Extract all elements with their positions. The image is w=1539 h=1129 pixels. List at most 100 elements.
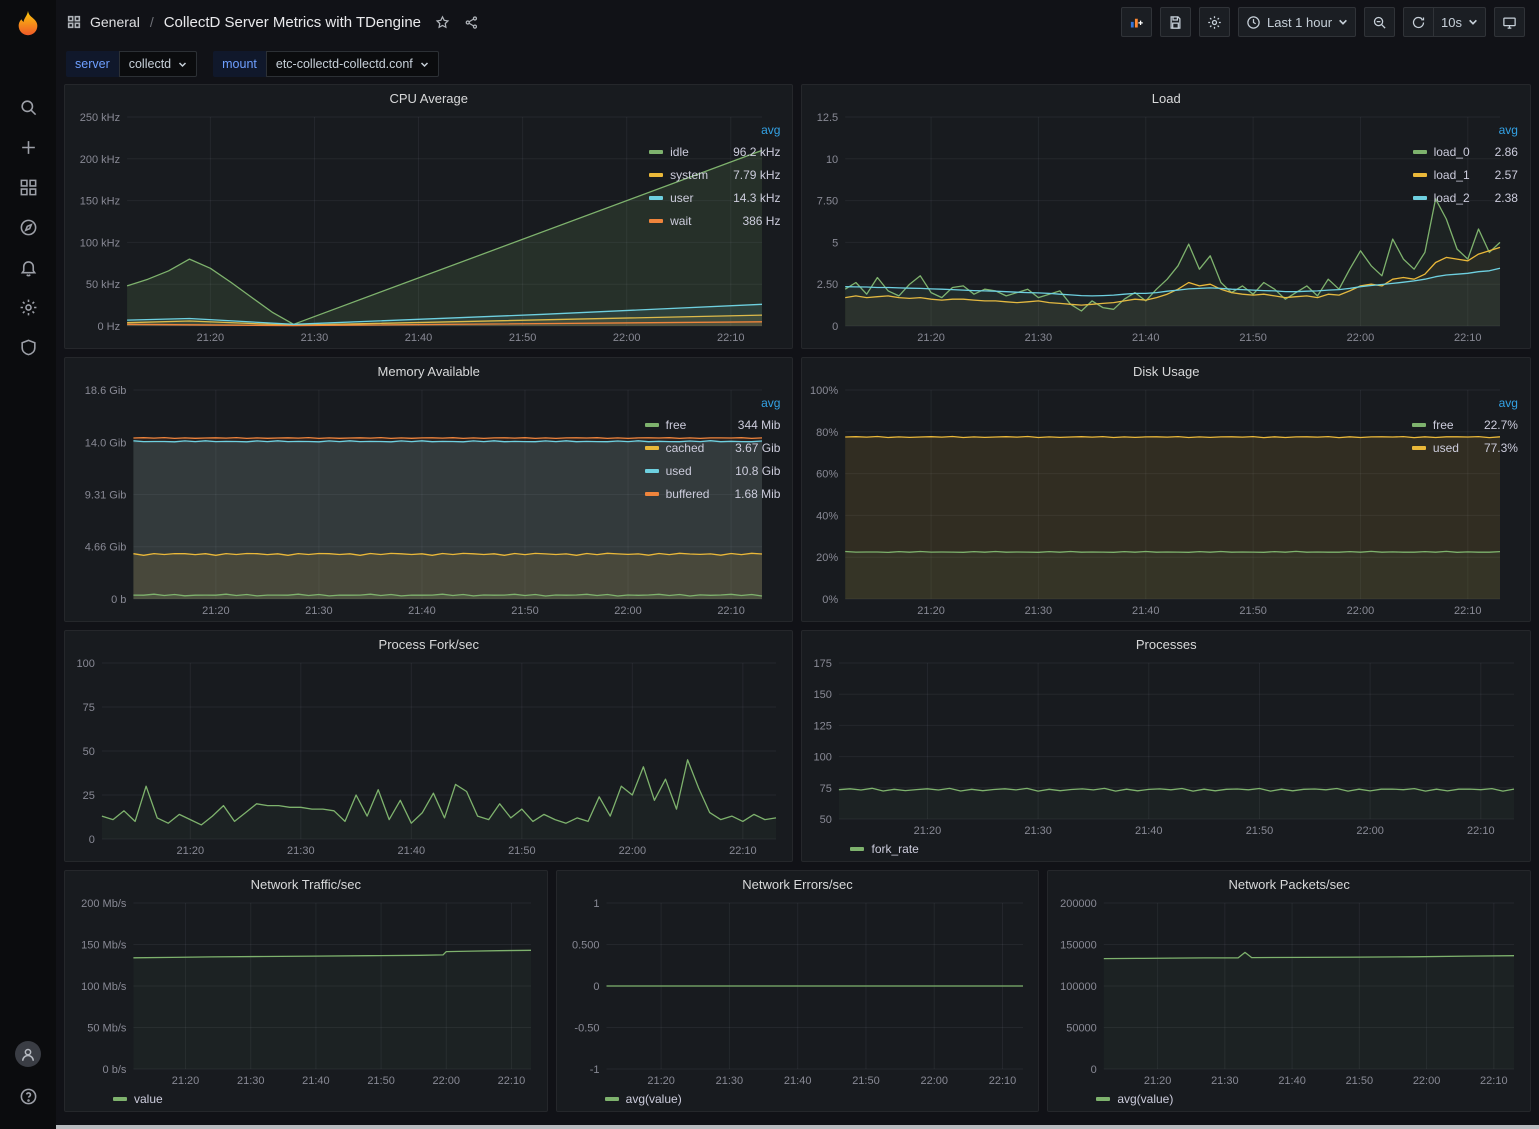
legend-label: used: [1433, 441, 1459, 455]
legend-item-free[interactable]: free22.7%: [1412, 413, 1518, 436]
panel-title-network-traffic[interactable]: Network Traffic/sec: [65, 871, 547, 897]
svg-text:21:40: 21:40: [1132, 332, 1160, 344]
legend-item-load_1[interactable]: load_12.57: [1413, 163, 1518, 186]
svg-text:40%: 40%: [817, 510, 839, 522]
chart-process-fork[interactable]: 025507510021:2021:3021:4021:5022:0022:10: [71, 657, 782, 859]
panel-title-network-packets[interactable]: Network Packets/sec: [1048, 871, 1530, 897]
legend-cpu-average: avg idle96.2 kHzsystem7.79 kHzuser14.3 kH…: [637, 111, 782, 346]
svg-text:22:10: 22:10: [1468, 825, 1496, 837]
legend-label: fork_rate: [871, 842, 918, 856]
refresh-button[interactable]: [1403, 7, 1433, 37]
add-panel-button[interactable]: [1121, 7, 1152, 37]
legend-swatch-icon: [649, 196, 663, 200]
svg-text:21:20: 21:20: [914, 825, 942, 837]
legend-item-avg(value)[interactable]: avg(value): [1096, 1089, 1173, 1109]
legend-label: avg(value): [1117, 1092, 1173, 1106]
chart-load[interactable]: 02.5057.501012.521:2021:3021:4021:5022:0…: [808, 111, 1400, 346]
save-icon: [1168, 15, 1183, 30]
variable-server-dropdown[interactable]: collectd: [119, 51, 197, 77]
chart-memory-available[interactable]: 0 b4.66 Gib9.31 Gib14.0 Gib18.6 Gib21:20…: [71, 384, 633, 619]
legend-swatch-icon: [649, 173, 663, 177]
legend-item-value[interactable]: value: [113, 1089, 163, 1109]
search-icon[interactable]: [6, 88, 50, 126]
legend-item-used[interactable]: used77.3%: [1412, 436, 1518, 459]
legend-item-free[interactable]: free344 Mib: [645, 413, 781, 436]
explore-icon[interactable]: [6, 208, 50, 246]
legend-label: user: [670, 191, 693, 205]
alerting-icon[interactable]: [6, 248, 50, 286]
panel-body: 507510012515017521:2021:3021:4021:5022:0…: [802, 657, 1530, 861]
chart-cpu-average[interactable]: 0 Hz50 kHz100 kHz150 kHz200 kHz250 kHz21…: [71, 111, 637, 346]
legend-item-system[interactable]: system7.79 kHz: [649, 163, 780, 186]
breadcrumb-separator: /: [148, 14, 156, 30]
star-icon[interactable]: [435, 15, 450, 30]
page-title: CollectD Server Metrics with TDengine: [164, 14, 421, 31]
panel-disk-usage: Disk Usage 0%20%40%60%80%100%21:2021:302…: [801, 357, 1531, 622]
legend-item-buffered[interactable]: buffered1.68 Mib: [645, 482, 781, 505]
dashboards-icon[interactable]: [6, 168, 50, 206]
svg-text:100 Mb/s: 100 Mb/s: [81, 981, 127, 993]
svg-text:50000: 50000: [1067, 1023, 1098, 1035]
configuration-icon[interactable]: [6, 288, 50, 326]
legend-avg-header[interactable]: avg: [649, 123, 780, 137]
panel-title-load[interactable]: Load: [802, 85, 1530, 111]
grafana-app: General / CollectD Server Metrics with T…: [0, 0, 1539, 1129]
chart-svg: 0 b/s50 Mb/s100 Mb/s150 Mb/s200 Mb/s21:2…: [71, 897, 537, 1089]
variable-mount: mount etc-collectd-collectd.conf: [213, 51, 439, 77]
legend-item-load_2[interactable]: load_22.38: [1413, 186, 1518, 209]
dashboard-settings-button[interactable]: [1199, 7, 1230, 37]
legend-item-cached[interactable]: cached3.67 Gib: [645, 436, 781, 459]
legend-item-wait[interactable]: wait386 Hz: [649, 209, 780, 232]
legend-item-used[interactable]: used10.8 Gib: [645, 459, 781, 482]
chart-processes[interactable]: 507510012515017521:2021:3021:4021:5022:0…: [808, 657, 1520, 839]
legend-avg-header[interactable]: avg: [1412, 396, 1518, 410]
panel-title-network-errors[interactable]: Network Errors/sec: [557, 871, 1039, 897]
legend-value: 10.8 Gib: [717, 464, 780, 478]
dashboard-grid: CPU Average 0 Hz50 kHz100 kHz150 kHz200 …: [56, 84, 1539, 1129]
zoom-out-button[interactable]: [1364, 7, 1395, 37]
svg-text:0: 0: [89, 834, 95, 846]
svg-text:7.50: 7.50: [817, 196, 838, 208]
panel-title-disk-usage[interactable]: Disk Usage: [802, 358, 1530, 384]
panel-title-processes[interactable]: Processes: [802, 631, 1530, 657]
legend-item-fork_rate[interactable]: fork_rate: [850, 839, 918, 859]
panel-add-icon: [1129, 15, 1144, 30]
panel-title-text: CPU Average: [389, 91, 468, 106]
panel-title-memory-available[interactable]: Memory Available: [65, 358, 792, 384]
admin-icon[interactable]: [6, 328, 50, 366]
legend-label: free: [666, 418, 687, 432]
chart-network-packets[interactable]: 05000010000015000020000021:2021:3021:402…: [1054, 897, 1520, 1089]
svg-text:22:00: 22:00: [432, 1075, 460, 1087]
breadcrumb-root[interactable]: General: [90, 14, 140, 30]
legend-item-load_0[interactable]: load_02.86: [1413, 140, 1518, 163]
chart-network-traffic[interactable]: 0 b/s50 Mb/s100 Mb/s150 Mb/s200 Mb/s21:2…: [71, 897, 537, 1089]
variable-mount-dropdown[interactable]: etc-collectd-collectd.conf: [266, 51, 439, 77]
save-dashboard-button[interactable]: [1160, 7, 1191, 37]
legend-avg-header[interactable]: avg: [1413, 123, 1518, 137]
zoom-out-icon: [1372, 15, 1387, 30]
user-avatar[interactable]: [6, 1035, 50, 1073]
svg-text:150: 150: [814, 689, 832, 701]
panel-title-cpu-average[interactable]: CPU Average: [65, 85, 792, 111]
legend-network-errors: avg(value): [563, 1089, 1029, 1109]
legend-item-idle[interactable]: idle96.2 kHz: [649, 140, 780, 163]
refresh-interval-picker[interactable]: 10s: [1433, 7, 1486, 37]
panel-title-process-fork[interactable]: Process Fork/sec: [65, 631, 792, 657]
legend-swatch-icon: [645, 469, 659, 473]
chart-disk-usage[interactable]: 0%20%40%60%80%100%21:2021:3021:4021:5022…: [808, 384, 1399, 619]
svg-text:150 Mb/s: 150 Mb/s: [81, 940, 127, 952]
refresh-group: 10s: [1403, 7, 1486, 37]
help-icon[interactable]: [6, 1077, 50, 1115]
panel-title-text: Memory Available: [378, 364, 480, 379]
svg-text:21:50: 21:50: [508, 845, 536, 857]
grafana-logo[interactable]: [0, 0, 56, 46]
create-icon[interactable]: [6, 128, 50, 166]
share-icon[interactable]: [464, 15, 479, 30]
legend-item-avg(value)[interactable]: avg(value): [605, 1089, 682, 1109]
time-range-picker[interactable]: Last 1 hour: [1238, 7, 1356, 37]
legend-item-user[interactable]: user14.3 kHz: [649, 186, 780, 209]
legend-avg-header[interactable]: avg: [645, 396, 781, 410]
cycle-view-button[interactable]: [1494, 7, 1525, 37]
panel-cpu-average: CPU Average 0 Hz50 kHz100 kHz150 kHz200 …: [64, 84, 793, 349]
chart-network-errors[interactable]: -1-0.5000.500121:2021:3021:4021:5022:002…: [563, 897, 1029, 1089]
